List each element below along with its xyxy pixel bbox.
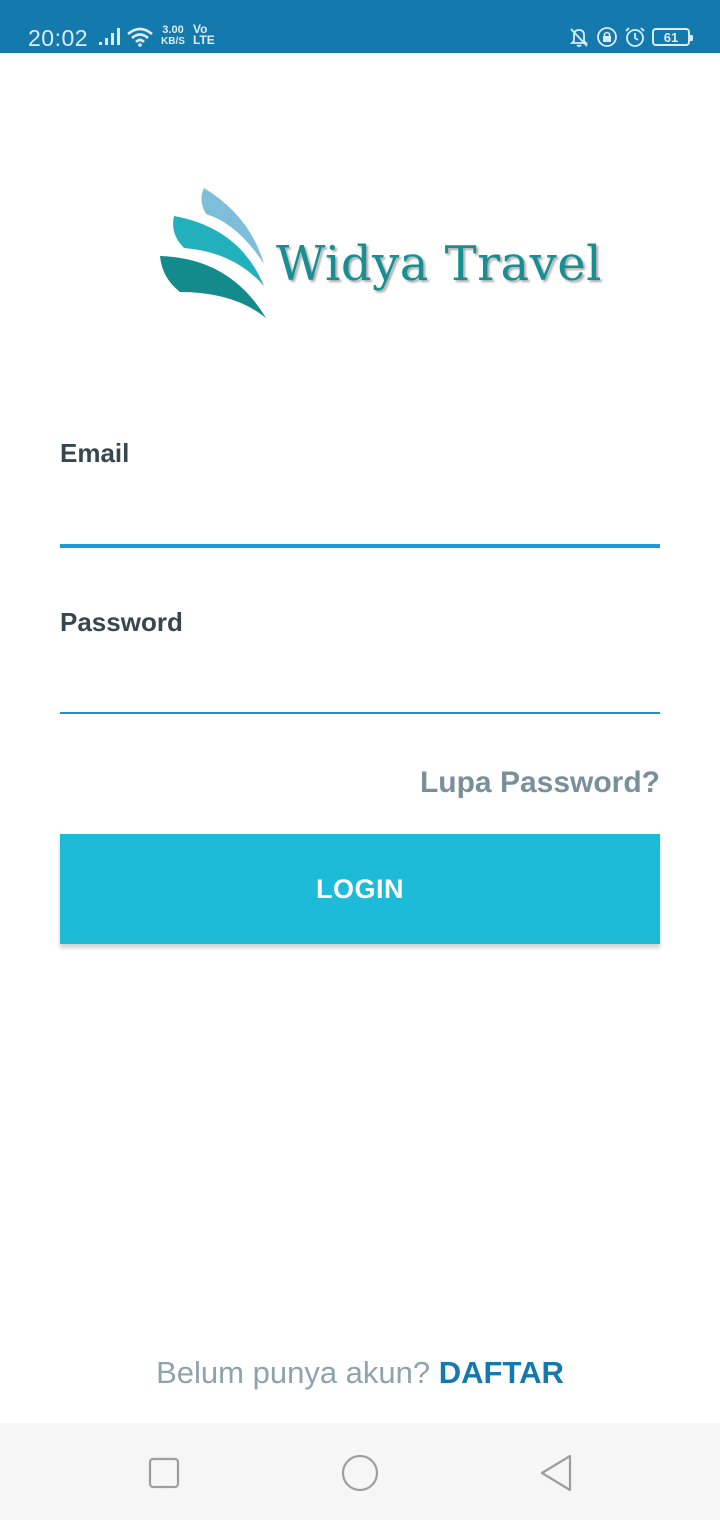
recent-apps-icon[interactable] — [142, 1451, 186, 1495]
logo-wave-icon — [160, 188, 266, 318]
password-field[interactable] — [60, 664, 660, 708]
bell-off-icon — [569, 28, 589, 47]
alarm-icon — [625, 27, 645, 47]
register-question: Belum punya akun? — [156, 1355, 431, 1390]
register-link[interactable]: DAFTAR — [439, 1355, 564, 1390]
register-prompt: Belum punya akun? DAFTAR — [0, 1355, 720, 1391]
rotation-lock-icon — [597, 27, 617, 47]
status-icons: 61 — [568, 24, 693, 50]
signal-icon — [99, 28, 120, 45]
logo-text: Widya Travel — [276, 236, 603, 292]
app-logo: Widya Travel — [158, 186, 602, 320]
login-button[interactable]: LOGIN — [60, 834, 660, 944]
forgot-password-link[interactable]: Lupa Password? — [420, 766, 660, 800]
home-icon[interactable] — [338, 1451, 382, 1495]
back-icon[interactable] — [534, 1451, 578, 1495]
status-bar: 20:02 3.00 KB/S Vo LTE 61 — [0, 0, 720, 53]
email-field-underline — [60, 544, 660, 548]
network-speed: 3.00 KB/S — [161, 24, 185, 48]
navigation-bar — [0, 1423, 720, 1520]
password-field-underline — [60, 712, 660, 714]
wifi-icon — [127, 27, 153, 47]
status-time: 20:02 — [28, 25, 89, 51]
email-label: Email — [60, 438, 130, 468]
email-field[interactable] — [60, 494, 660, 540]
volte-indicator: Vo LTE — [193, 22, 215, 47]
password-label: Password — [60, 607, 183, 637]
battery-icon: 61 — [652, 28, 693, 46]
